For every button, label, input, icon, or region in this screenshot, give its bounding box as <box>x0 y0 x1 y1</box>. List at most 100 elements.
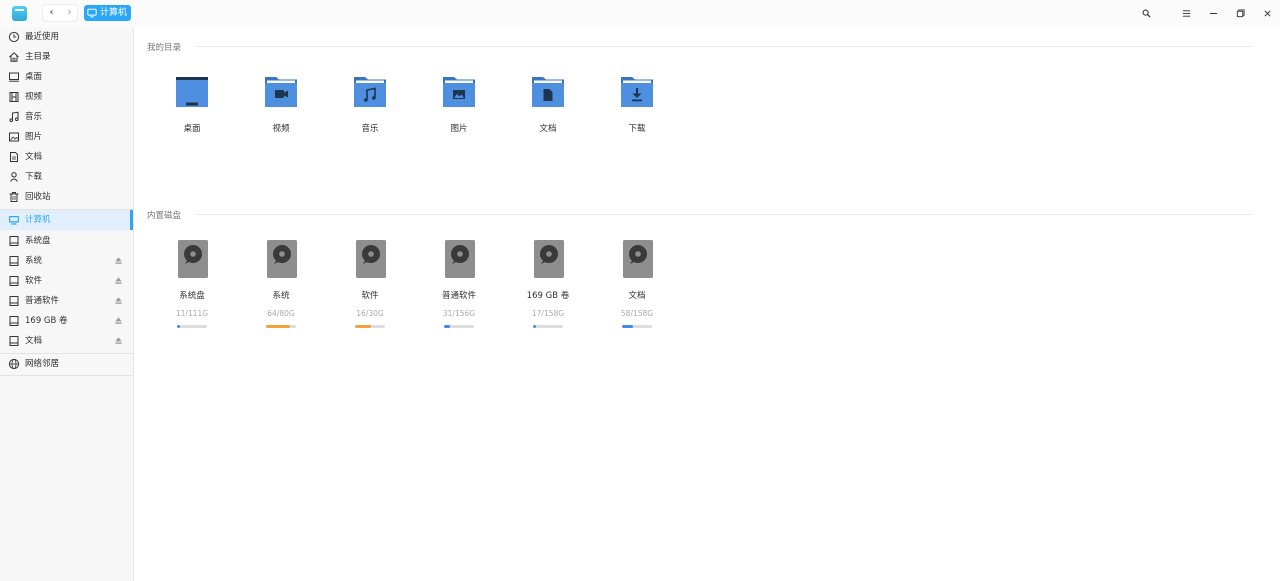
sidebar-item-software[interactable]: 软件 <box>0 271 133 291</box>
disk-documents[interactable]: 文档 58/158G <box>597 240 677 330</box>
disk-usage-fill <box>266 325 290 328</box>
folder-pictures[interactable]: 图片 <box>419 75 499 135</box>
title-bar: ‹ › 计算机 <box>0 0 1280 27</box>
sidebar-item-label: 图片 <box>25 132 43 142</box>
disk-169gb-volume[interactable]: 169 GB 卷 17/158G <box>508 240 588 330</box>
disk-label: 系统 <box>272 291 290 301</box>
eject-icon[interactable] <box>114 256 123 265</box>
folder-label: 视频 <box>272 124 290 134</box>
maximize-button[interactable] <box>1232 5 1248 21</box>
menu-button[interactable] <box>1178 5 1194 21</box>
sidebar-item-label: 网络邻居 <box>25 359 60 369</box>
eject-icon[interactable] <box>114 276 123 285</box>
disk-usage-fill <box>355 325 371 328</box>
disk-label: 普通软件 <box>441 291 476 301</box>
disk-usage-bar <box>177 325 207 328</box>
network-icon <box>8 358 20 370</box>
sidebar-item-recent[interactable]: 最近使用 <box>0 27 133 47</box>
forward-button[interactable]: › <box>61 5 78 21</box>
drive-icon <box>8 275 20 287</box>
disk-usage-fill <box>533 325 537 328</box>
sidebar-item-computer[interactable]: 计算机 <box>0 210 133 230</box>
folder-label: 图片 <box>450 124 468 134</box>
main-content: 我的目录 桌面 视频 音乐 图片 文档 下载 内置磁盘 系统盘 11/111G … <box>134 27 1280 581</box>
disk-usage-fill <box>444 325 450 328</box>
sidebar-item-downloads[interactable]: 下载 <box>0 167 133 187</box>
folder-videos[interactable]: 视频 <box>241 75 321 135</box>
home-icon <box>8 51 20 63</box>
disk-label: 系统盘 <box>179 291 205 301</box>
disk-label: 文档 <box>628 291 646 301</box>
restore-icon <box>1236 8 1245 17</box>
picture-icon <box>8 131 20 143</box>
eject-icon[interactable] <box>114 316 123 325</box>
sidebar-item-documents-disk[interactable]: 文档 <box>0 331 133 351</box>
close-icon <box>1263 9 1271 17</box>
disk-usage-fill <box>177 325 180 328</box>
clock-icon <box>8 31 20 43</box>
sidebar-item-system[interactable]: 系统 <box>0 251 133 271</box>
sidebar-item-label: 文档 <box>25 336 43 346</box>
breadcrumb-computer[interactable]: 计算机 <box>84 5 132 21</box>
close-button[interactable] <box>1259 5 1275 21</box>
folder-downloads[interactable]: 下载 <box>597 75 677 135</box>
download-folder-icon <box>621 77 653 107</box>
disk-system-disk[interactable]: 系统盘 11/111G <box>152 240 232 330</box>
section-divider <box>196 46 1254 47</box>
back-button[interactable]: ‹ <box>43 5 60 21</box>
disk-usage-text: 11/111G <box>175 309 209 318</box>
sidebar-item-label: 最近使用 <box>25 32 60 42</box>
sidebar-item-label: 回收站 <box>25 192 51 202</box>
my-directories-heading: 我的目录 <box>147 43 182 53</box>
hard-disk-icon <box>534 240 564 278</box>
eject-icon[interactable] <box>114 296 123 305</box>
breadcrumb-label: 计算机 <box>100 8 128 18</box>
folder-documents[interactable]: 文档 <box>508 75 588 135</box>
sidebar-item-trash[interactable]: 回收站 <box>0 187 133 207</box>
disk-system[interactable]: 系统 64/80G <box>241 240 321 330</box>
download-icon <box>8 171 20 183</box>
sidebar-item-videos[interactable]: 视频 <box>0 87 133 107</box>
folder-label: 桌面 <box>183 124 201 134</box>
sidebar-item-label: 169 GB 卷 <box>25 316 68 326</box>
trash-icon <box>8 191 20 203</box>
disk-usage-text: 58/158G <box>620 309 654 318</box>
disk-usage-bar <box>266 325 296 328</box>
sidebar-item-music[interactable]: 音乐 <box>0 107 133 127</box>
hamburger-icon <box>1182 9 1190 17</box>
folder-label: 文档 <box>539 124 557 134</box>
minimize-button[interactable] <box>1205 5 1221 21</box>
disk-label: 169 GB 卷 <box>526 291 570 301</box>
disk-usage-text: 64/80G <box>267 309 295 318</box>
sidebar-item-desktop[interactable]: 桌面 <box>0 67 133 87</box>
drive-icon <box>8 295 20 307</box>
drive-icon <box>8 235 20 247</box>
desktop-folder-icon <box>176 77 208 107</box>
disk-usage-text: 16/30G <box>356 309 384 318</box>
disk-software[interactable]: 软件 16/30G <box>330 240 410 330</box>
sidebar-item-pictures[interactable]: 图片 <box>0 127 133 147</box>
sidebar-item-general-software[interactable]: 普通软件 <box>0 291 133 311</box>
search-button[interactable] <box>1138 5 1154 21</box>
sidebar-item-label: 系统 <box>25 256 43 266</box>
disk-usage-bar <box>533 325 563 328</box>
disk-usage-bar <box>355 325 385 328</box>
disk-usage-fill <box>622 325 634 328</box>
sidebar-item-home[interactable]: 主目录 <box>0 47 133 67</box>
sidebar-item-documents[interactable]: 文档 <box>0 147 133 167</box>
sidebar-item-network[interactable]: 网络邻居 <box>0 354 133 374</box>
film-icon <box>8 91 20 103</box>
sidebar-item-label: 下载 <box>25 172 43 182</box>
folder-desktop[interactable]: 桌面 <box>152 75 232 135</box>
disk-usage-bar <box>444 325 474 328</box>
sidebar-item-169gb-volume[interactable]: 169 GB 卷 <box>0 311 133 331</box>
navigation-buttons: ‹ › <box>42 4 78 22</box>
eject-icon[interactable] <box>114 336 123 345</box>
drive-icon <box>8 315 20 327</box>
disk-general-software[interactable]: 普通软件 31/156G <box>419 240 499 330</box>
video-folder-icon <box>265 77 297 107</box>
sidebar-item-label: 系统盘 <box>25 236 51 246</box>
computer-icon <box>8 214 20 226</box>
sidebar-item-system-disk[interactable]: 系统盘 <box>0 231 133 251</box>
folder-music[interactable]: 音乐 <box>330 75 410 135</box>
